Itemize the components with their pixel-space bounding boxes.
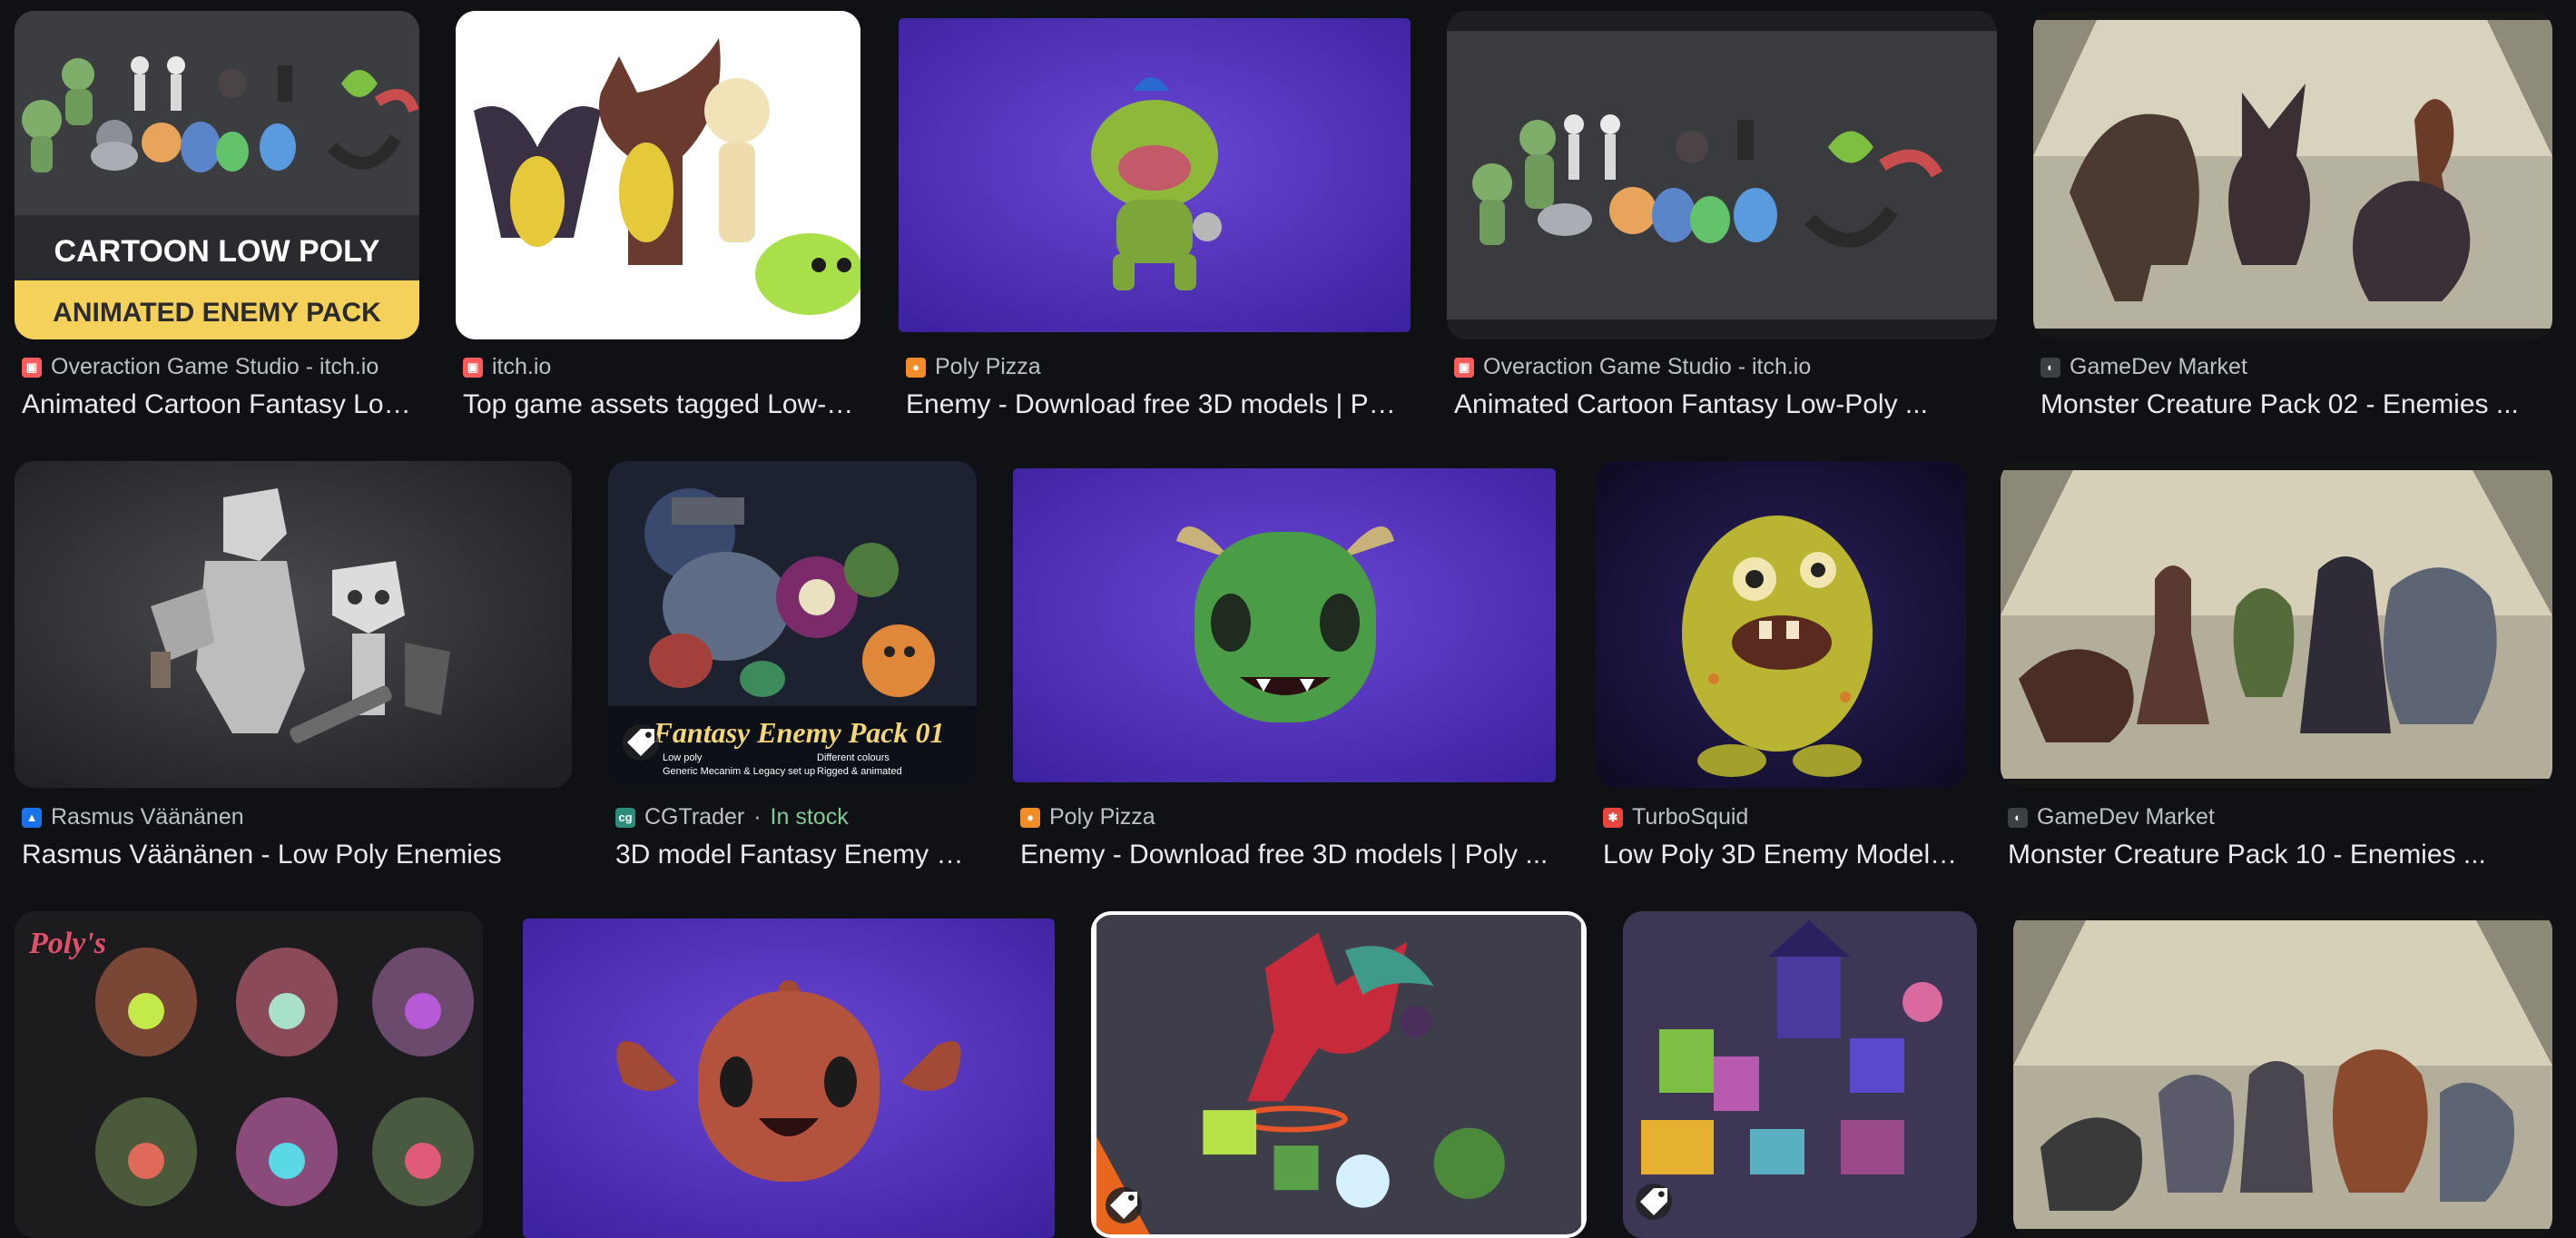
dragon-enemy-set-image	[1096, 915, 1581, 1234]
result-card[interactable]: ▣ itch.io Top game assets tagged Low-p...	[456, 11, 860, 419]
banner-text: CARTOON LOW POLY	[54, 234, 380, 269]
gamedev-market-icon: ◐	[2040, 357, 2060, 378]
source-label: itch.io	[492, 354, 552, 379]
pizza-icon: ●	[906, 357, 926, 378]
result-thumbnail[interactable]	[15, 461, 572, 788]
result-title[interactable]: Top game assets tagged Low-p...	[463, 389, 860, 420]
source-label: GameDev Market	[2070, 354, 2247, 379]
bat-skeleton-slime-image	[456, 11, 860, 339]
result-card[interactable]: ✱ TurboSquid Low Poly 3D Enemy Models ...	[1596, 461, 1966, 870]
source-label: Overaction Game Studio - itch.io	[51, 354, 379, 379]
result-card[interactable]: ● Poly Pizza Enemy - Download free 3D mod…	[1013, 461, 1556, 870]
result-card[interactable]	[2013, 911, 2552, 1238]
result-card[interactable]: CARTOON LOW POLY ANIMATED ENEMY PACK ▣ Ov…	[15, 11, 419, 419]
result-card[interactable]	[523, 911, 1055, 1238]
pizza-icon: ●	[1020, 807, 1040, 828]
result-thumbnail[interactable]	[2001, 461, 2552, 788]
result-card[interactable]: ● Poly Pizza Enemy - Download free 3D mod…	[899, 11, 1411, 419]
result-title[interactable]: Monster Creature Pack 10 - Enemies ...	[2008, 840, 2552, 870]
low-poly-mummy-skeleton-image	[15, 461, 572, 788]
result-thumbnail[interactable]	[1623, 911, 1977, 1238]
result-card[interactable]	[1091, 911, 1587, 1238]
mountain-icon: ▲	[22, 807, 42, 828]
result-card[interactable]: ◐ GameDev Market Monster Creature Pack 02…	[2033, 11, 2552, 419]
source-label: GameDev Market	[2037, 804, 2215, 830]
result-thumbnail[interactable]	[1013, 468, 1556, 782]
source-label: TurboSquid	[1632, 804, 1749, 830]
gamedev-market-icon: ◐	[2008, 807, 2028, 828]
red-crab-blob-image	[523, 919, 1055, 1238]
price-tag-icon	[623, 724, 659, 761]
glowing-eggs-image: Poly's	[15, 911, 483, 1238]
result-card[interactable]: Fantasy Enemy Pack 01 Low poly Different…	[608, 461, 977, 870]
green-monster-image	[899, 18, 1411, 332]
result-thumbnail[interactable]: Poly's	[15, 911, 483, 1238]
result-card[interactable]: Poly's	[15, 911, 483, 1238]
polys-logo: Poly's	[28, 927, 106, 960]
cartoon-enemy-pack-image: CARTOON LOW POLY ANIMATED ENEMY PACK	[15, 11, 419, 339]
pack-feature: Rigged & animated	[817, 766, 902, 777]
cartoon-enemy-lineup-image	[1447, 11, 1997, 339]
result-thumbnail[interactable]	[2013, 911, 2552, 1238]
result-title[interactable]: Animated Cartoon Fantasy Low-...	[22, 389, 419, 420]
result-thumbnail[interactable]: Fantasy Enemy Pack 01 Low poly Different…	[608, 461, 977, 788]
result-card[interactable]: ◐ GameDev Market Monster Creature Pack 10…	[2001, 461, 2552, 870]
result-thumbnail[interactable]: CARTOON LOW POLY ANIMATED ENEMY PACK	[15, 11, 419, 339]
itch-icon: ▣	[22, 357, 42, 378]
pack-banner-title: Fantasy Enemy Pack 01	[653, 716, 945, 749]
source-label: Overaction Game Studio - itch.io	[1483, 354, 1812, 379]
result-title[interactable]: Enemy - Download free 3D models | Poly .…	[906, 389, 1411, 420]
result-thumbnail[interactable]	[2033, 11, 2552, 339]
result-thumbnail[interactable]	[899, 18, 1411, 332]
monster-pack-10-image	[2001, 461, 2552, 788]
result-card[interactable]: ▲ Rasmus Väänänen Rasmus Väänänen - Low P…	[15, 461, 572, 870]
yellow-monster-image	[1596, 461, 1966, 788]
monster-pack-group-image	[2013, 911, 2552, 1238]
result-title[interactable]: 3D model Fantasy Enemy Pa...	[615, 840, 977, 870]
monster-pack-02-image	[2033, 11, 2552, 339]
result-card[interactable]	[1623, 911, 1977, 1238]
price-tag-icon	[1636, 1184, 1672, 1220]
pack-feature: Generic Mecanim & Legacy set up	[663, 766, 815, 777]
result-thumbnail[interactable]	[1596, 461, 1966, 788]
result-thumbnail[interactable]	[456, 11, 860, 339]
result-title[interactable]: Monster Creature Pack 02 - Enemies ...	[2040, 389, 2552, 420]
result-thumbnail[interactable]	[1447, 11, 1997, 339]
turbosquid-icon: ✱	[1603, 807, 1623, 828]
result-thumbnail[interactable]	[1091, 911, 1587, 1238]
result-title[interactable]: Animated Cartoon Fantasy Low-Poly ...	[1454, 389, 1997, 420]
pack-feature: Different colours	[817, 752, 890, 763]
source-label: Rasmus Väänänen	[51, 804, 244, 830]
result-thumbnail[interactable]	[523, 919, 1055, 1238]
green-horned-blob-image	[1013, 468, 1556, 782]
price-tag-icon	[1106, 1187, 1142, 1223]
result-title[interactable]: Low Poly 3D Enemy Models ...	[1603, 840, 1966, 870]
cgtrader-icon: cg	[615, 807, 635, 828]
fantasy-enemy-pack-image: Fantasy Enemy Pack 01 Low poly Different…	[608, 461, 977, 788]
source-label: Poly Pizza	[935, 354, 1041, 379]
result-card[interactable]: ▣ Overaction Game Studio - itch.io Animat…	[1447, 11, 1997, 419]
banner-subtext: ANIMATED ENEMY PACK	[53, 298, 381, 328]
result-title[interactable]: Enemy - Download free 3D models | Poly .…	[1020, 840, 1556, 870]
itch-icon: ▣	[463, 357, 483, 378]
itch-icon: ▣	[1454, 357, 1474, 378]
result-title[interactable]: Rasmus Väänänen - Low Poly Enemies	[22, 840, 572, 870]
enemy-collection-image	[1623, 911, 1977, 1238]
stock-status: In stock	[770, 804, 849, 830]
source-label: Poly Pizza	[1049, 804, 1155, 830]
source-label: CGTrader	[644, 804, 745, 830]
pack-feature: Low poly	[663, 752, 703, 763]
